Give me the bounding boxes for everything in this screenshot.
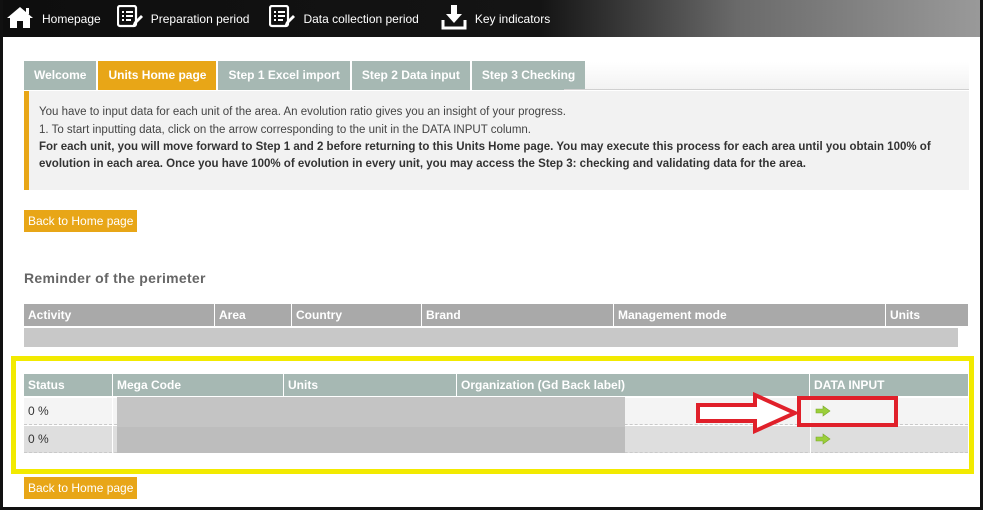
instruction-line-2: 1. To start inputting data, click on the… <box>39 124 531 136</box>
download-icon <box>441 4 475 33</box>
checklist-edit-icon <box>116 4 151 32</box>
col-area: Area <box>215 304 291 326</box>
reminder-heading: Reminder of the perimeter <box>24 270 206 286</box>
instruction-line-1: You have to input data for each unit of … <box>39 106 567 118</box>
red-annotation-box <box>797 396 898 427</box>
nav-key-indicators-label: Key indicators <box>474 11 551 26</box>
tab-step2-data-input[interactable]: Step 2 Data input <box>351 61 470 90</box>
red-pointer-arrow-icon <box>695 391 800 437</box>
nav-homepage[interactable]: Homepage <box>0 0 107 37</box>
tab-step3-checking[interactable]: Step 3 Checking <box>471 61 586 90</box>
col-units: Units <box>886 304 968 326</box>
nav-preparation-period-label: Preparation period <box>150 11 250 26</box>
col-activity: Activity <box>24 304 214 326</box>
home-icon <box>6 5 42 32</box>
instructions-box: You have to input data for each unit of … <box>24 91 969 190</box>
nav-data-collection-period-label: Data collection period <box>303 11 419 26</box>
tab-units-home-page[interactable]: Units Home page <box>98 61 217 90</box>
tab-welcome[interactable]: Welcome <box>24 61 97 90</box>
top-navigation-bar: Homepage Preparation period Data collect… <box>0 0 983 37</box>
tab-step1-excel-import[interactable]: Step 1 Excel import <box>218 61 350 90</box>
perimeter-table-header: Activity Area Country Brand Management m… <box>24 304 968 326</box>
nav-preparation-period[interactable]: Preparation period <box>111 0 256 37</box>
col-management-mode: Management mode <box>614 304 885 326</box>
col-country: Country <box>292 304 421 326</box>
col-brand: Brand <box>422 304 613 326</box>
instruction-line-3: For each unit, you will move forward to … <box>39 141 931 170</box>
perimeter-row-redacted <box>24 328 958 347</box>
nav-homepage-label: Homepage <box>42 11 101 26</box>
tab-divider <box>564 89 969 90</box>
step-tabs: Welcome Units Home page Step 1 Excel imp… <box>24 61 587 90</box>
tab-bar-background <box>564 62 969 90</box>
nav-key-indicators[interactable]: Key indicators <box>435 0 556 37</box>
back-to-home-button-top[interactable]: Back to Home page <box>24 210 138 232</box>
back-to-home-button-bottom[interactable]: Back to Home page <box>24 477 138 499</box>
nav-data-collection-period[interactable]: Data collection period <box>263 0 424 37</box>
checklist-edit-icon <box>269 4 303 32</box>
